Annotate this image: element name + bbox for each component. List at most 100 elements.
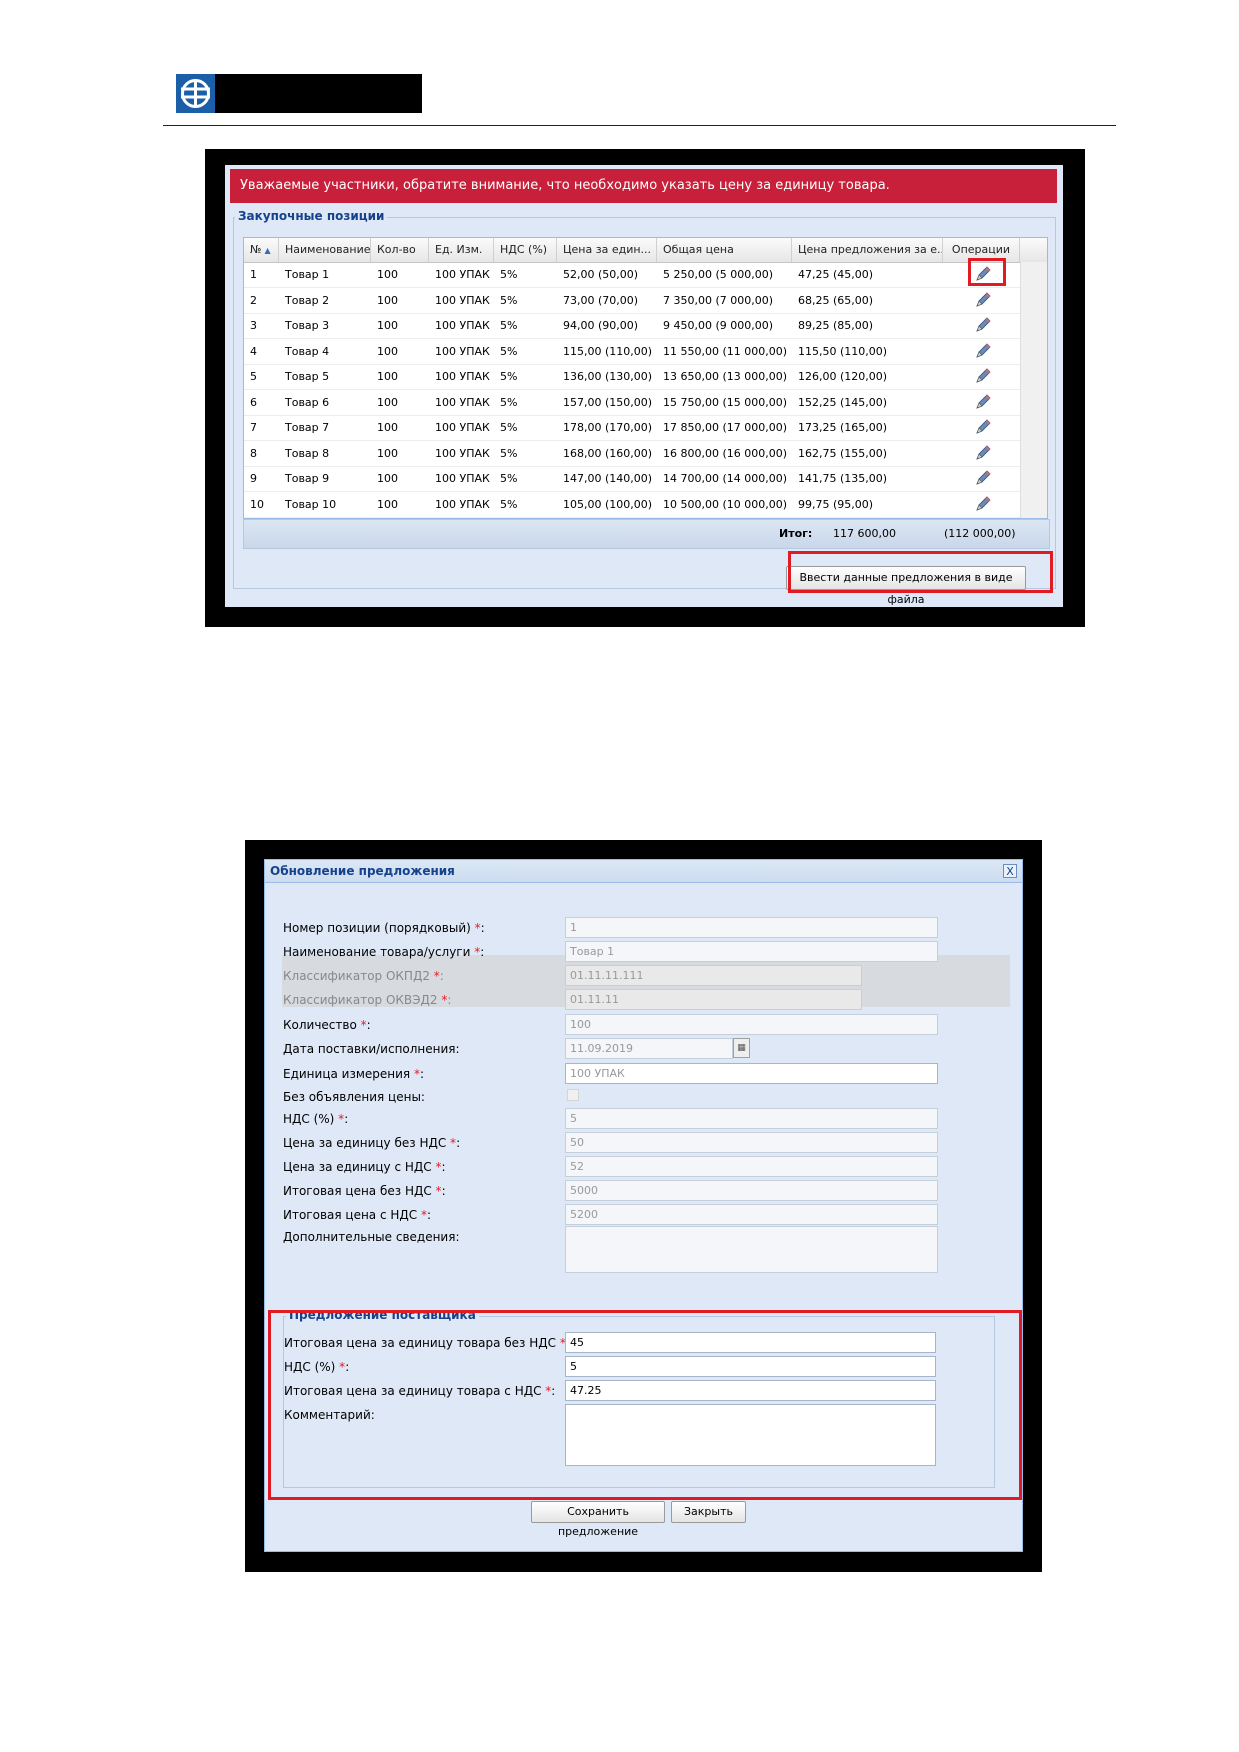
pencil-icon[interactable]: [974, 291, 992, 309]
no-price-checkbox[interactable]: [567, 1089, 579, 1101]
cell-vat: 5%: [500, 293, 518, 307]
field-input[interactable]: 5000: [565, 1180, 938, 1201]
cell-offer: 162,75 (155,00): [798, 446, 888, 460]
required-mark: *: [431, 1160, 442, 1174]
cell-vat: 5%: [500, 446, 518, 460]
cell-n: 9: [250, 472, 257, 485]
highlight-edit-icon: [968, 258, 1006, 286]
col-header-unit-price[interactable]: Цена за един...: [557, 238, 657, 262]
field-input[interactable]: 1: [565, 917, 938, 938]
cell-name: Товар 7: [285, 421, 330, 434]
label-colon: :: [447, 993, 452, 1007]
grid-scrollbar[interactable]: [1020, 262, 1047, 518]
col-header-qty[interactable]: Кол-во: [371, 238, 429, 262]
col-header-offer-price[interactable]: Цена предложения за е...: [792, 238, 943, 262]
table-row[interactable]: 4 Товар 4 100 100 УПАК 5% 115,00 (110,00) 11 5…: [244, 339, 1020, 365]
table-row[interactable]: 2 Товар 2 100 100 УПАК 5% 73,00 (70,00) 7 350,…: [244, 288, 1020, 314]
table-row[interactable]: 10 Товар 10 100 100 УПАК 5% 105,00 (100,00) 10…: [244, 492, 1020, 518]
field-input[interactable]: 100 УПАК: [565, 1063, 938, 1084]
pencil-icon[interactable]: [974, 316, 992, 334]
cell-total: 11 550,00 (11 000,00): [663, 344, 788, 358]
cell-vat: 5%: [500, 370, 518, 383]
field-label: Классификатор ОКВЭД2 *:: [283, 991, 451, 1009]
save-offer-button[interactable]: Сохранить предложение: [531, 1501, 665, 1538]
field-label: Дополнительные сведения:: [283, 1228, 460, 1246]
positions-grid: № ▲ Наименование Кол-во Ед. Изм. НДС (%) …: [243, 237, 1048, 519]
required-mark: *: [429, 969, 440, 983]
purchase-positions-title: Закупочные позиции: [235, 209, 388, 223]
cell-price: 157,00 (150,00): [563, 395, 653, 409]
cell-qty: 100: [377, 395, 398, 409]
pencil-icon[interactable]: [974, 418, 992, 436]
cell-qty: 100: [377, 344, 398, 358]
calendar-icon[interactable]: ▦: [733, 1038, 750, 1058]
field-label: НДС (%) *:: [283, 1110, 348, 1128]
field-label-text: Классификатор ОКПД2: [283, 969, 430, 983]
col-header-number[interactable]: № ▲: [244, 238, 279, 262]
field-input[interactable]: 01.11.11.111: [565, 965, 862, 986]
cell-price: 73,00 (70,00): [563, 293, 639, 307]
label-colon: :: [439, 969, 444, 983]
field-input[interactable]: 52: [565, 1156, 938, 1177]
cell-n: 2: [250, 293, 257, 307]
pencil-icon[interactable]: [974, 469, 992, 487]
field-input[interactable]: 5: [565, 1108, 938, 1129]
table-row[interactable]: 9 Товар 9 100 100 УПАК 5% 147,00 (140,00) 14 7…: [244, 466, 1020, 492]
field-input[interactable]: Товар 1: [565, 941, 938, 962]
field-input[interactable]: 5200: [565, 1204, 938, 1225]
field-label-text: Наименование товара/услуги: [283, 945, 471, 959]
cell-name: Товар 5: [285, 370, 330, 383]
table-row[interactable]: 7 Товар 7 100 100 УПАК 5% 178,00 (170,00) 17 8…: [244, 415, 1020, 441]
field-input[interactable]: 50: [565, 1132, 938, 1153]
pencil-icon[interactable]: [974, 393, 992, 411]
pencil-icon[interactable]: [974, 444, 992, 462]
field-input[interactable]: [565, 1226, 938, 1273]
total-label: Итог:: [779, 527, 813, 540]
cell-name: Товар 10: [285, 497, 337, 511]
col-header-unit[interactable]: Ед. Изм.: [429, 238, 494, 262]
field-label-text: Дополнительные сведения:: [283, 1230, 460, 1244]
table-row[interactable]: 3 Товар 3 100 100 УПАК 5% 94,00 (90,00) 9 450,…: [244, 313, 1020, 339]
cell-offer: 126,00 (120,00): [798, 370, 888, 383]
col-header-total-price[interactable]: Общая цена: [657, 238, 792, 262]
field-input[interactable]: 100: [565, 1014, 938, 1035]
close-dialog-button[interactable]: Закрыть: [671, 1501, 746, 1523]
cell-price: 136,00 (130,00): [563, 370, 653, 383]
cell-price: 94,00 (90,00): [563, 319, 639, 332]
required-mark: *: [410, 1067, 420, 1081]
highlight-supplier-offer: [268, 1310, 1022, 1500]
field-label-text: НДС (%): [283, 1112, 335, 1126]
pencil-icon[interactable]: [974, 342, 992, 360]
label-colon: :: [480, 945, 485, 959]
field-label-text: Количество: [283, 1018, 357, 1032]
close-icon[interactable]: X: [1003, 864, 1017, 878]
field-input[interactable]: 01.11.11: [565, 989, 862, 1010]
cell-name: Товар 4: [285, 344, 330, 358]
required-mark: *: [470, 921, 481, 935]
cell-offer: 68,25 (65,00): [798, 293, 874, 307]
field-label-text: Без объявления цены:: [283, 1090, 425, 1104]
header-rule: [163, 125, 1116, 126]
cell-offer: 99,75 (95,00): [798, 497, 874, 511]
pencil-icon[interactable]: [974, 367, 992, 385]
field-label: Единица измерения *:: [283, 1065, 424, 1083]
grid-window: Уважаемые участники, обратите внимание, …: [225, 165, 1063, 607]
table-row[interactable]: 1 Товар 1 100 100 УПАК 5% 52,00 (50,00) 5 250,…: [244, 262, 1020, 288]
field-input[interactable]: 11.09.2019: [565, 1038, 733, 1059]
cell-n: 4: [250, 344, 257, 358]
table-row[interactable]: 5 Товар 5 100 100 УПАК 5% 136,00 (130,00) 13 6…: [244, 364, 1020, 390]
table-row[interactable]: 6 Товар 6 100 100 УПАК 5% 157,00 (150,00) 15 7…: [244, 390, 1020, 416]
field-label: Наименование товара/услуги *:: [283, 943, 484, 961]
pencil-icon[interactable]: [974, 495, 992, 513]
price-alert: Уважаемые участники, обратите внимание, …: [230, 169, 1057, 203]
cell-unit: 100 УПАК: [435, 421, 490, 434]
table-row[interactable]: 8 Товар 8 100 100 УПАК 5% 168,00 (160,00) 16 8…: [244, 441, 1020, 467]
cell-offer: 115,50 (110,00): [798, 344, 888, 358]
col-header-name[interactable]: Наименование: [279, 238, 371, 262]
company-logo: [176, 74, 422, 113]
cell-unit: 100 УПАК: [435, 319, 490, 332]
cell-total: 13 650,00 (13 000,00): [663, 370, 788, 383]
label-colon: :: [344, 1112, 349, 1126]
col-header-vat[interactable]: НДС (%): [494, 238, 557, 262]
field-label-text: Итоговая цена с НДС: [283, 1208, 418, 1222]
